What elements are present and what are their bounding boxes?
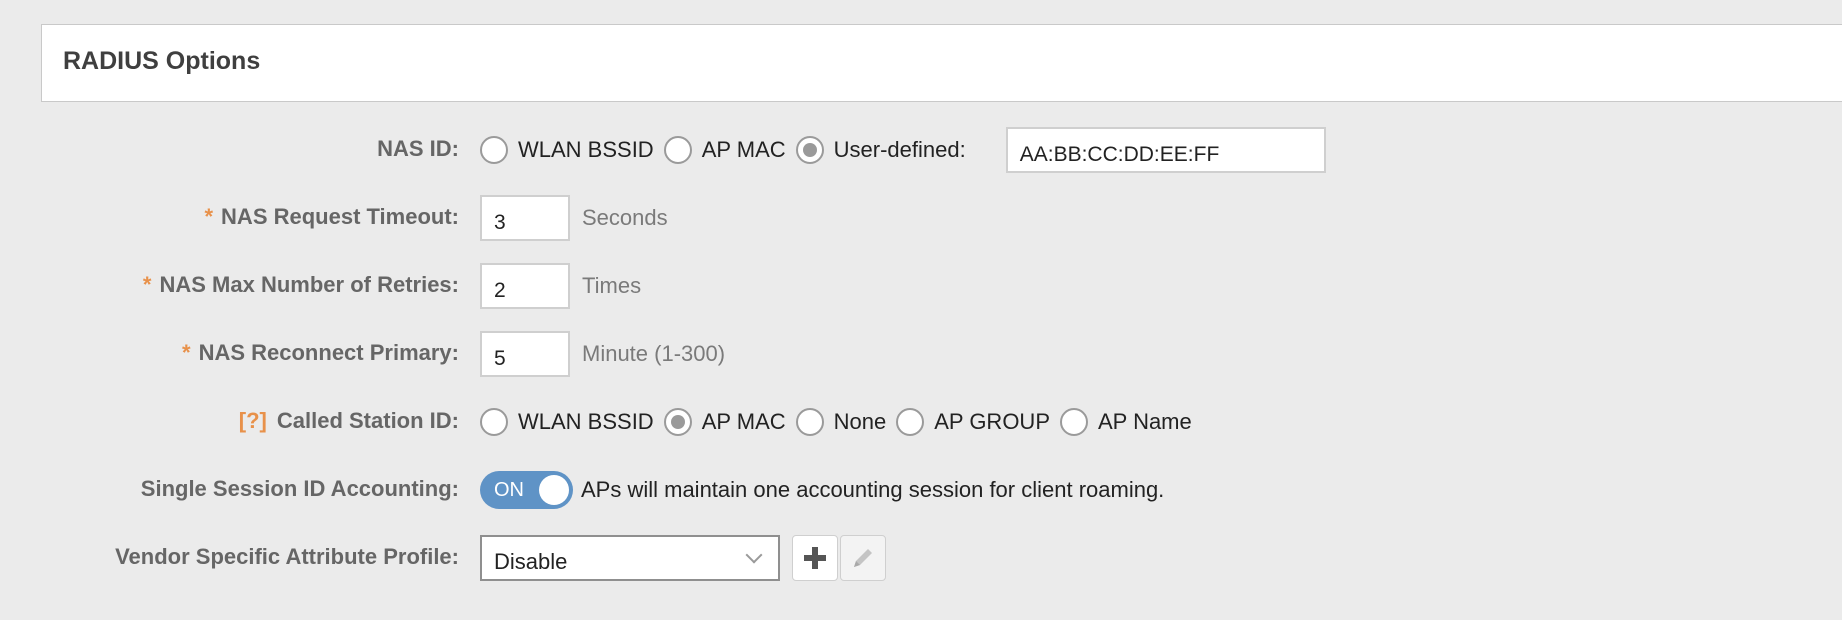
- add-profile-button[interactable]: [792, 535, 838, 581]
- nas-request-timeout-row: * NAS Request Timeout: 3 Seconds: [0, 194, 1842, 242]
- unit-label: Times: [582, 273, 642, 298]
- nas-id-radio-user-defined[interactable]: User-defined:: [795, 136, 966, 164]
- nas-request-timeout-label: * NAS Request Timeout:: [204, 204, 459, 229]
- plus-icon: [804, 547, 826, 569]
- radio-icon: [480, 408, 508, 436]
- called-station-radio-wlan-bssid[interactable]: WLAN BSSID: [480, 408, 654, 436]
- single-session-row: Single Session ID Accounting: ON APs wil…: [0, 466, 1842, 514]
- pencil-icon: [854, 549, 872, 567]
- called-station-id-label: [?] Called Station ID:: [238, 408, 459, 433]
- radio-icon: [896, 408, 925, 436]
- radio-checked-icon: [663, 408, 692, 436]
- toggle-state-label: ON: [494, 479, 524, 501]
- radio-label: AP MAC: [701, 137, 786, 162]
- radio-label: AP Name: [1098, 409, 1192, 434]
- edit-profile-button[interactable]: [840, 535, 886, 581]
- nas-max-retries-row: * NAS Max Number of Retries: 2 Times: [0, 262, 1842, 310]
- nas-id-radio-wlan-bssid[interactable]: WLAN BSSID: [480, 136, 654, 164]
- radio-icon: [795, 408, 824, 436]
- panel-title: RADIUS Options: [63, 47, 261, 75]
- vsa-profile-select[interactable]: Disable: [480, 535, 780, 581]
- unit-label: Minute (1-300): [582, 341, 726, 366]
- radio-icon: [1060, 408, 1088, 436]
- vsa-profile-row: Vendor Specific Attribute Profile: Disab…: [0, 534, 1842, 582]
- nas-id-label: NAS ID:: [377, 136, 459, 161]
- radio-label: AP GROUP: [934, 409, 1050, 434]
- vsa-profile-label: Vendor Specific Attribute Profile:: [115, 544, 459, 569]
- nas-max-retries-label: * NAS Max Number of Retries:: [142, 272, 459, 297]
- nas-id-radio-ap-mac[interactable]: AP MAC: [663, 136, 786, 164]
- unit-label: Seconds: [582, 205, 668, 230]
- nas-id-user-defined-input[interactable]: AA:BB:CC:DD:EE:FF: [1005, 127, 1326, 173]
- called-station-radio-ap-name[interactable]: AP Name: [1060, 408, 1192, 436]
- nas-id-row: NAS ID: WLAN BSSID AP MAC User-defined: …: [0, 126, 1842, 174]
- single-session-toggle[interactable]: ON: [480, 471, 573, 509]
- radio-label: WLAN BSSID: [518, 137, 654, 162]
- radio-label: None: [833, 409, 887, 434]
- help-link[interactable]: [?]: [239, 408, 267, 433]
- required-marker: *: [182, 340, 191, 365]
- called-station-radio-ap-mac[interactable]: AP MAC: [663, 408, 786, 436]
- single-session-label: Single Session ID Accounting:: [140, 476, 459, 501]
- single-session-description: APs will maintain one accounting session…: [581, 477, 1165, 502]
- required-marker: *: [204, 204, 214, 229]
- required-marker: *: [142, 272, 152, 297]
- radio-checked-icon: [795, 136, 824, 164]
- radio-icon: [663, 136, 692, 164]
- radio-label: User-defined:: [833, 137, 966, 162]
- called-station-radio-none[interactable]: None: [795, 408, 887, 436]
- nas-reconnect-primary-label: * NAS Reconnect Primary:: [182, 340, 459, 365]
- panel-header: RADIUS Options: [41, 24, 1842, 102]
- chevron-down-icon: [745, 546, 763, 564]
- nas-max-retries-input[interactable]: 2: [480, 263, 570, 309]
- nas-reconnect-primary-row: * NAS Reconnect Primary: 5 Minute (1-300): [0, 330, 1842, 378]
- nas-reconnect-primary-input[interactable]: 5: [480, 331, 570, 377]
- called-station-id-row: [?] Called Station ID: WLAN BSSID AP MAC …: [0, 398, 1842, 446]
- radio-label: AP MAC: [701, 409, 786, 434]
- radio-label: WLAN BSSID: [518, 409, 654, 434]
- radio-icon: [480, 136, 508, 164]
- nas-request-timeout-input[interactable]: 3: [480, 195, 570, 241]
- toggle-knob: [539, 475, 569, 505]
- select-value: Disable: [494, 549, 568, 574]
- called-station-radio-ap-group[interactable]: AP GROUP: [896, 408, 1050, 436]
